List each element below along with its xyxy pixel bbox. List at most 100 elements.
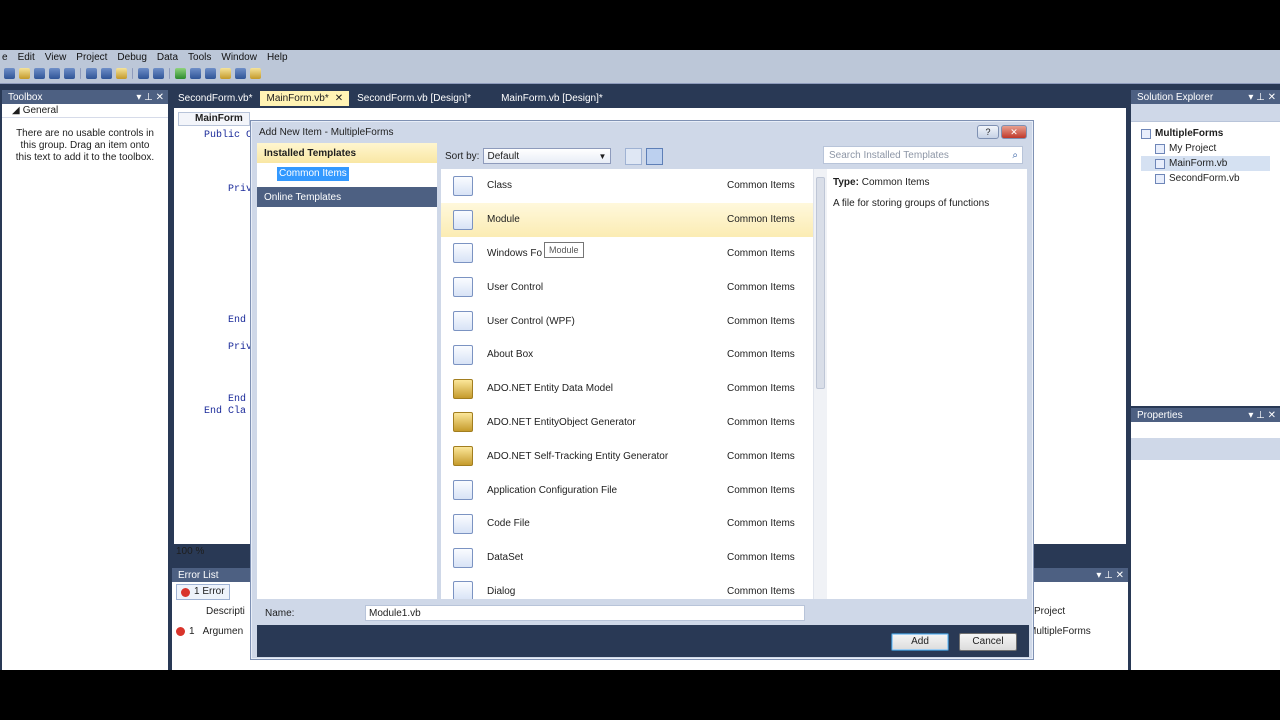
menu-view[interactable]: View: [45, 52, 67, 63]
error-icon: [181, 587, 190, 597]
dialog-title: Add New Item - MultipleForms: [259, 126, 394, 138]
add-item-icon[interactable]: [34, 68, 45, 79]
toolbox-panel: Toolbox ▾ ⊥ ✕ ◢ General There are no usa…: [2, 90, 168, 670]
pin-icon[interactable]: ▾ ⊥ ✕: [1248, 92, 1276, 103]
list-item[interactable]: User Control Common Items: [441, 270, 821, 304]
list-item[interactable]: ADO.NET EntityObject Generator Common Ite…: [441, 406, 821, 440]
code-line: Public C: [204, 130, 253, 141]
document-tabs: SecondForm.vb* MainForm.vb* ✕ SecondForm.…: [172, 90, 1128, 106]
menu-help[interactable]: Help: [267, 52, 288, 63]
sort-dropdown[interactable]: Default ▼: [483, 148, 612, 164]
cut-icon[interactable]: [86, 68, 97, 79]
detail-description: A file for storing groups of functions: [833, 198, 990, 209]
close-button[interactable]: ✕: [1001, 125, 1027, 139]
name-bar: Name: Module1.vb: [257, 601, 1029, 625]
start-debug-icon[interactable]: [175, 68, 186, 79]
copy-icon[interactable]: [101, 68, 112, 79]
menu-window[interactable]: Window: [221, 52, 257, 63]
menu-file[interactable]: e: [2, 52, 8, 63]
pause-icon[interactable]: [190, 68, 201, 79]
solution-explorer-title: Solution Explorer: [1137, 91, 1214, 103]
dialog-button-bar: Add Cancel: [257, 625, 1029, 657]
menu-data[interactable]: Data: [157, 52, 178, 63]
menu-project[interactable]: Project: [76, 52, 107, 63]
find-icon[interactable]: [205, 68, 216, 79]
properties-icon[interactable]: [235, 68, 246, 79]
search-templates-input[interactable]: Search Installed Templates ⌕: [823, 146, 1023, 164]
toolbox-group-general[interactable]: ◢ General: [2, 104, 168, 118]
tab-mainform-vb[interactable]: MainForm.vb* ✕: [260, 91, 350, 106]
tab-label: MainForm.vb*: [266, 93, 329, 104]
chevron-down-icon: ▼: [598, 151, 607, 161]
template-list-scrollbar[interactable]: [813, 169, 827, 599]
paste-icon[interactable]: [116, 68, 127, 79]
installed-templates-header[interactable]: Installed Templates: [257, 143, 437, 163]
about-box-icon: [453, 344, 473, 365]
list-item[interactable]: DataSet Common Items: [441, 541, 821, 575]
list-item[interactable]: ADO.NET Entity Data Model Common Items: [441, 372, 821, 406]
name-input[interactable]: Module1.vb: [365, 605, 805, 621]
column-description[interactable]: Descripti: [206, 606, 245, 617]
column-project[interactable]: Project: [1034, 606, 1065, 617]
redo-icon[interactable]: [153, 68, 164, 79]
list-item[interactable]: About Box Common Items: [441, 338, 821, 372]
tree-item-mainform[interactable]: MainForm.vb: [1141, 156, 1270, 171]
errors-filter-label: 1 Error: [194, 586, 225, 597]
add-new-item-dialog: Add New Item - MultipleForms ? ✕ Install…: [250, 120, 1034, 660]
detail-type: Type: Common Items: [833, 177, 930, 188]
project-icon: [1141, 128, 1151, 139]
self-tracking-generator-icon: [453, 446, 473, 467]
scrollbar-thumb[interactable]: [816, 177, 825, 389]
error-project: MultipleForms: [1028, 625, 1091, 637]
tab-secondform-design[interactable]: SecondForm.vb [Design]*: [351, 91, 477, 106]
properties-title-bar: Properties ▾ ⊥ ✕: [1131, 408, 1280, 422]
pin-icon[interactable]: ▾ ⊥ ✕: [1096, 570, 1124, 581]
close-icon[interactable]: ✕: [335, 93, 343, 104]
zoom-level[interactable]: 100 %: [176, 546, 204, 557]
pin-icon[interactable]: ▾ ⊥ ✕: [1248, 410, 1276, 421]
toolbox-group-label: General: [22, 105, 59, 116]
menu-debug[interactable]: Debug: [117, 52, 146, 63]
cancel-button[interactable]: Cancel: [959, 633, 1017, 651]
online-templates-header[interactable]: Online Templates: [257, 187, 437, 207]
search-icon[interactable]: ⌕: [1012, 150, 1018, 161]
tab-mainform-design[interactable]: MainForm.vb [Design]*: [495, 91, 609, 106]
list-item[interactable]: ADO.NET Self-Tracking Entity Generator Co…: [441, 439, 821, 473]
list-item[interactable]: User Control (WPF) Common Items: [441, 304, 821, 338]
tree-item-my-project[interactable]: My Project: [1141, 141, 1270, 156]
list-item-selected[interactable]: Module Common Items: [441, 202, 821, 237]
new-project-icon[interactable]: [4, 68, 15, 79]
toolbar-separator: [132, 68, 133, 79]
add-button[interactable]: Add: [891, 633, 949, 651]
list-item[interactable]: Code File Common Items: [441, 507, 821, 541]
windows-form-icon: [453, 243, 473, 264]
error-description: Argumen: [202, 625, 244, 637]
list-item[interactable]: Dialog Common Items: [441, 575, 821, 599]
tree-item-project[interactable]: MultipleForms: [1141, 126, 1270, 141]
dialog-icon: [453, 581, 473, 599]
errors-filter-button[interactable]: 1 Error: [176, 584, 230, 600]
save-all-icon[interactable]: [64, 68, 75, 79]
open-folder-icon[interactable]: [19, 68, 30, 79]
undo-icon[interactable]: [138, 68, 149, 79]
category-common-items[interactable]: Common Items: [277, 167, 349, 181]
tree-item-secondform[interactable]: SecondForm.vb: [1141, 171, 1270, 186]
toolbar: [0, 64, 1280, 84]
toolbox-icon[interactable]: [250, 68, 261, 79]
dialog-title-bar: Add New Item - MultipleForms: [251, 121, 1033, 143]
list-item[interactable]: Class Common Items: [441, 169, 821, 203]
list-view-icon[interactable]: [625, 147, 643, 165]
template-list: Class Common Items Module Common Items Win…: [441, 169, 821, 599]
solution-explorer-icon[interactable]: [220, 68, 231, 79]
help-button[interactable]: ?: [977, 125, 999, 139]
list-item[interactable]: Application Configuration File Common Ite…: [441, 473, 821, 507]
menu-tools[interactable]: Tools: [188, 52, 211, 63]
module-icon: [453, 209, 473, 230]
tab-secondform-vb[interactable]: SecondForm.vb*: [172, 91, 258, 106]
detail-view-icon[interactable]: [646, 147, 664, 165]
menu-edit[interactable]: Edit: [18, 52, 35, 63]
pin-icon[interactable]: ▾ ⊥ ✕: [136, 92, 164, 103]
class-dropdown[interactable]: MainForm: [178, 112, 250, 126]
list-item[interactable]: Windows Fo Common Items: [441, 237, 821, 271]
save-icon[interactable]: [49, 68, 60, 79]
